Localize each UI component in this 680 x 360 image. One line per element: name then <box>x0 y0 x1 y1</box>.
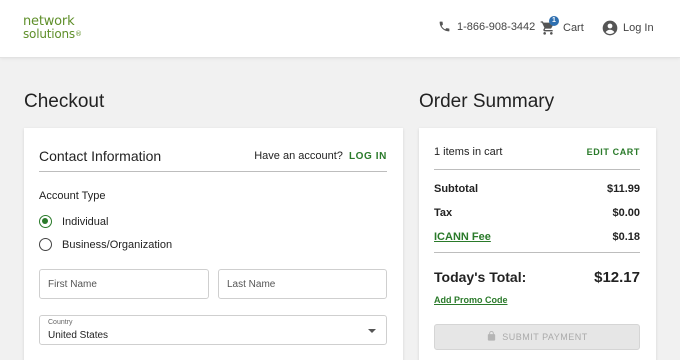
items-in-cart: 1 items in cart <box>434 146 503 158</box>
logo-line-2-text: solutions <box>23 27 75 41</box>
radio-individual-control[interactable] <box>39 215 52 228</box>
cart-link[interactable]: 1 Cart <box>540 16 584 36</box>
network-solutions-logo[interactable]: network solutions® <box>23 15 82 41</box>
first-name-input[interactable] <box>48 279 200 290</box>
contact-login-link[interactable]: LOG IN <box>349 151 387 162</box>
phone-link[interactable]: 1-866-908-3442 <box>438 20 535 33</box>
have-account-text: Have an account? <box>254 150 343 162</box>
total-amount: $12.17 <box>594 269 640 286</box>
subtotal-amount: $11.99 <box>606 183 640 195</box>
subtotal-row: Subtotal $11.99 <box>434 183 640 195</box>
subtotal-label: Subtotal <box>434 183 478 195</box>
logo-line-2: solutions® <box>23 28 82 41</box>
account-icon <box>602 20 618 36</box>
last-name-field[interactable] <box>218 269 387 299</box>
contact-information-card: Contact Information Have an account? LOG… <box>24 128 403 360</box>
add-promo-code-link[interactable]: Add Promo Code <box>434 295 508 305</box>
order-summary-title: Order Summary <box>419 91 555 112</box>
icann-fee-amount: $0.18 <box>612 231 640 243</box>
cart-icon: 1 <box>540 16 559 36</box>
radio-business[interactable]: Business/Organization <box>39 238 172 251</box>
login-label: Log In <box>623 22 654 34</box>
chevron-down-icon <box>368 329 376 333</box>
account-type-label: Account Type <box>39 190 106 202</box>
icann-fee-row: ICANN Fee $0.18 <box>434 231 640 243</box>
have-account-prompt: Have an account? LOG IN <box>254 150 387 162</box>
total-row: Today's Total: $12.17 <box>434 269 640 286</box>
country-label: Country <box>48 319 73 326</box>
order-summary-card: 1 items in cart EDIT CART Subtotal $11.9… <box>419 128 656 360</box>
last-name-input[interactable] <box>227 279 378 290</box>
summary-divider-bottom <box>434 252 640 253</box>
radio-individual-label: Individual <box>62 215 109 228</box>
login-link[interactable]: Log In <box>602 20 654 36</box>
phone-number: 1-866-908-3442 <box>457 20 536 33</box>
submit-payment-button[interactable]: SUBMIT PAYMENT <box>434 324 640 350</box>
radio-individual[interactable]: Individual <box>39 215 108 228</box>
country-value: United States <box>48 330 109 341</box>
tax-label: Tax <box>434 207 453 219</box>
cart-label: Cart <box>563 22 584 34</box>
radio-business-label: Business/Organization <box>62 238 173 251</box>
radio-business-control[interactable] <box>39 238 52 251</box>
submit-payment-label: SUBMIT PAYMENT <box>502 332 588 342</box>
phone-icon <box>438 20 451 33</box>
contact-divider <box>39 171 387 172</box>
first-name-field[interactable] <box>39 269 209 299</box>
site-header: network solutions® 1-866-908-3442 1 Cart… <box>0 0 680 58</box>
tax-amount: $0.00 <box>612 207 640 219</box>
contact-information-heading: Contact Information <box>39 148 162 164</box>
country-select[interactable]: Country United States <box>39 315 387 345</box>
icann-fee-link[interactable]: ICANN Fee <box>434 231 491 243</box>
total-label: Today's Total: <box>434 269 527 285</box>
checkout-title: Checkout <box>24 91 105 112</box>
lock-icon <box>486 330 502 344</box>
summary-divider-top <box>434 169 640 170</box>
logo-reg-mark: ® <box>74 30 82 38</box>
edit-cart-link[interactable]: EDIT CART <box>587 147 640 157</box>
tax-row: Tax $0.00 <box>434 207 640 219</box>
cart-count-badge: 1 <box>549 16 559 26</box>
